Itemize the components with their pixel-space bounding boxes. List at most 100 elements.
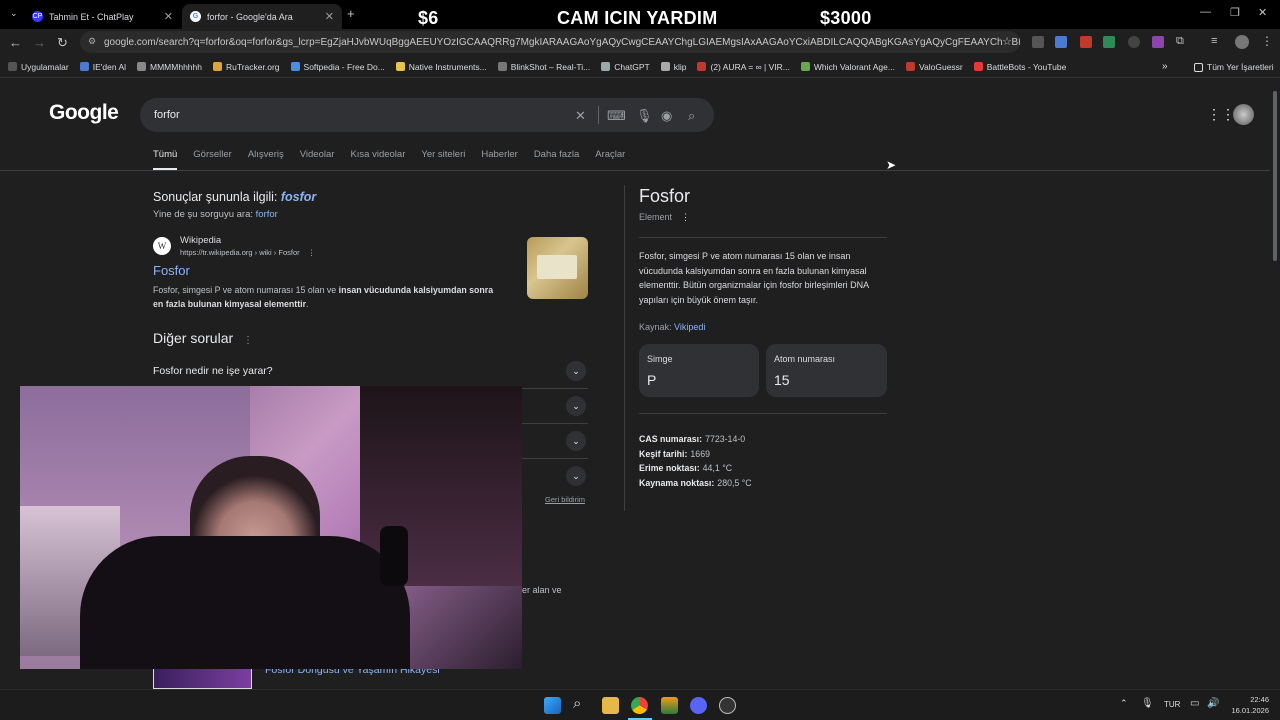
kp-fact-row: CAS numarası: 7723-14-0	[639, 432, 752, 447]
browser-tab-google[interactable]: G forfor - Google'da Ara ✕	[182, 4, 342, 29]
translate-extension-icon[interactable]	[1055, 36, 1067, 48]
paa-more-icon[interactable]: ⋮	[243, 335, 253, 346]
search-tab[interactable]: Daha fazla	[534, 149, 579, 170]
discord-icon[interactable]	[690, 697, 707, 714]
extension-icon[interactable]	[1152, 36, 1164, 48]
network-icon[interactable]: ▭	[1190, 698, 1199, 709]
page-scrollbar[interactable]	[1270, 79, 1280, 689]
result-title-link[interactable]: Fosfor	[153, 263, 190, 278]
more-bookmarks-chevron-icon[interactable]: »	[1162, 61, 1168, 72]
bookmark-star-icon[interactable]: ☆	[1002, 35, 1012, 48]
search-tab[interactable]: Görseller	[193, 149, 232, 170]
minimize-icon[interactable]: —	[1200, 6, 1211, 18]
close-tab-icon[interactable]: ✕	[325, 10, 334, 23]
account-avatar[interactable]	[1233, 104, 1254, 125]
reload-icon[interactable]: ↻	[57, 35, 68, 51]
search-input[interactable]: forfor ✕ ⌨ 🎙 ◉ ⌕	[140, 98, 714, 132]
bookmark-item[interactable]: ChatGPT	[601, 62, 650, 72]
scrollbar-thumb[interactable]	[1273, 91, 1277, 261]
chevron-down-icon[interactable]: ⌄	[566, 431, 586, 451]
media-controls-icon[interactable]: ≡	[1211, 35, 1217, 47]
kp-more-icon[interactable]: ⋮	[681, 212, 690, 222]
kp-card-label: Atom numarası	[774, 354, 836, 364]
browser-menu-icon[interactable]: ⋮	[1261, 34, 1273, 48]
bookmark-item[interactable]: Which Valorant Age...	[800, 62, 895, 72]
clock[interactable]: 22:46 16.01.2026	[1229, 694, 1269, 716]
stream-overlay-price-left: $6	[418, 8, 439, 28]
keyboard-icon[interactable]: ⌨	[607, 108, 626, 124]
clear-search-icon[interactable]: ✕	[575, 108, 586, 124]
search-tab[interactable]: Yer siteleri	[421, 149, 465, 170]
original-query-link[interactable]: forfor	[256, 209, 278, 220]
bookmark-item[interactable]: IE'den Al	[79, 62, 126, 72]
chevron-down-icon[interactable]: ⌄	[566, 396, 586, 416]
feedback-link[interactable]: Geri bildirim	[545, 495, 585, 504]
window-close-icon[interactable]: ✕	[1258, 6, 1267, 19]
file-explorer-icon[interactable]	[602, 697, 619, 714]
tray-microphone-icon[interactable]: 🎙	[1141, 698, 1154, 709]
back-icon[interactable]: ←	[9, 35, 22, 50]
input-language[interactable]: TUR	[1164, 700, 1180, 709]
start-menu-icon[interactable]	[544, 697, 561, 714]
lens-camera-icon[interactable]: ◉	[661, 108, 672, 124]
bookmark-item[interactable]: BattleBots - YouTube	[973, 62, 1066, 72]
extensions-puzzle-icon[interactable]: ⧉	[1176, 35, 1184, 48]
corrected-query-link[interactable]: fosfor	[281, 190, 316, 204]
bookmark-item[interactable]: ValoGuessr	[905, 62, 963, 72]
extension-icon[interactable]	[1128, 36, 1140, 48]
extension-icon[interactable]	[1032, 36, 1044, 48]
new-tab-plus-icon[interactable]: +	[347, 6, 355, 21]
bookmark-item[interactable]: (2) AURA = ∞ | VIR...	[697, 62, 790, 72]
bookmark-item[interactable]: BlinkShot – Real-Ti...	[497, 62, 590, 72]
chevron-down-icon[interactable]: ⌄	[566, 361, 586, 381]
bookmark-item[interactable]: RuTracker.org	[212, 62, 280, 72]
volume-icon[interactable]: 🔊	[1207, 698, 1219, 709]
chevron-down-icon[interactable]: ⌄	[566, 466, 586, 486]
result-more-icon[interactable]: ⋮	[308, 248, 316, 257]
bookmark-item[interactable]: Softpedia - Free Do...	[290, 62, 385, 72]
paa-question[interactable]: Fosfor nedir ne işe yarar? ⌄	[153, 354, 588, 389]
all-bookmarks-folder[interactable]: Tüm Yer İşaretleri	[1194, 62, 1274, 72]
bookmark-item[interactable]: Uygulamalar	[8, 62, 69, 72]
search-tab[interactable]: Kısa videolar	[350, 149, 405, 170]
kp-symbol-card[interactable]: Simge P	[639, 344, 759, 397]
download-extension-icon[interactable]	[1103, 36, 1115, 48]
site-info-icon[interactable]: ⚙	[88, 36, 96, 47]
microphone-icon[interactable]: 🎙	[636, 108, 653, 124]
result-thumbnail[interactable]	[527, 237, 588, 299]
tray-overflow-chevron-icon[interactable]: ⌃	[1120, 698, 1128, 709]
search-tab[interactable]: Haberler	[481, 149, 517, 170]
taskbar-search-icon[interactable]: ⌕	[573, 695, 581, 712]
paa-question[interactable]: ⌄	[522, 459, 588, 494]
bookmark-item[interactable]: klip	[660, 62, 686, 72]
bookmark-item[interactable]: Native Instruments...	[395, 62, 487, 72]
chrome-taskbar-icon[interactable]	[631, 697, 648, 714]
app-icon[interactable]	[661, 697, 678, 714]
bookmark-item[interactable]: MMMMhhhhh	[137, 62, 202, 72]
profile-avatar[interactable]	[1235, 35, 1249, 49]
close-tab-icon[interactable]: ✕	[164, 10, 173, 23]
tab-search-chevron-icon[interactable]: ⌄	[10, 8, 18, 19]
google-apps-grid-icon[interactable]: ⋮⋮	[1207, 106, 1235, 123]
extension-badge-icon[interactable]	[1080, 36, 1092, 48]
search-icon[interactable]: ⌕	[688, 108, 695, 124]
kp-fact-value: 7723-14-0	[705, 434, 746, 444]
restore-icon[interactable]: ❐	[1230, 6, 1240, 19]
paa-question[interactable]: ⌄	[522, 389, 588, 424]
address-bar[interactable]: ⚙ google.com/search?q=forfor&oq=forfor&g…	[80, 31, 1020, 53]
bookmark-favicon-icon	[660, 62, 670, 71]
search-tab[interactable]: Alışveriş	[248, 149, 284, 170]
search-tab[interactable]: Tümü	[153, 149, 178, 170]
kp-atomic-number-card[interactable]: Atom numarası 15	[766, 344, 887, 397]
kp-source-link[interactable]: Vikipedi	[674, 322, 705, 332]
kp-fact-value: 1669	[690, 448, 710, 459]
kp-fact-row: Keşif tarihi: 1669	[639, 447, 752, 462]
search-tab[interactable]: Videolar	[300, 149, 335, 170]
kp-divider	[639, 237, 887, 238]
search-tab[interactable]: Araçlar	[595, 149, 625, 170]
forward-icon[interactable]: →	[33, 35, 46, 50]
paa-question[interactable]: ⌄	[522, 424, 588, 459]
app-icon[interactable]	[719, 697, 736, 714]
browser-tab-chatplay[interactable]: CP Tahmin Et - ChatPlay ✕	[26, 4, 181, 29]
google-logo[interactable]: Google	[49, 101, 119, 125]
